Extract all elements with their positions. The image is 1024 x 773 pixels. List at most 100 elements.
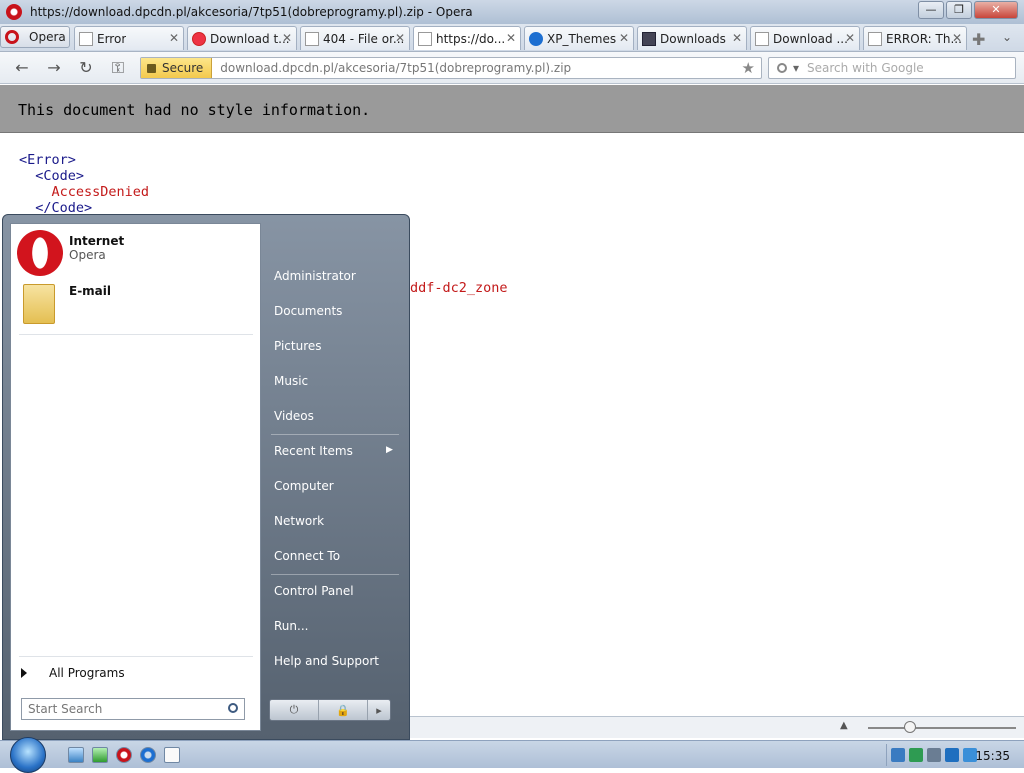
all-programs-button[interactable]: All Programs — [21, 666, 125, 680]
tab-menu-icon[interactable]: ⌄ — [1002, 30, 1012, 44]
key-icon[interactable]: ⚿ — [108, 59, 128, 77]
tray-status-icon[interactable] — [909, 748, 923, 762]
search-placeholder: Search with Google — [807, 61, 924, 75]
divider — [271, 574, 399, 575]
tab-error-2[interactable]: ERROR: Th... ✕ — [863, 26, 967, 50]
tab-close-icon[interactable]: ✕ — [506, 31, 516, 45]
link-music[interactable]: Music — [274, 374, 308, 388]
xml-line: <Error> — [19, 152, 76, 168]
clock[interactable]: 15:35 — [975, 749, 1010, 763]
document-quicklaunch-icon[interactable] — [164, 747, 180, 763]
xml-zone-text: ddf-dc2_zone — [410, 280, 508, 296]
zoom-slider-thumb[interactable] — [904, 721, 916, 733]
close-button[interactable]: ✕ — [974, 1, 1018, 19]
xp-themes-icon — [529, 31, 543, 46]
link-videos[interactable]: Videos — [274, 409, 314, 423]
link-help-and-support[interactable]: Help and Support — [274, 654, 379, 668]
arrow-right-icon — [21, 668, 27, 678]
pinned-email[interactable]: E-mail — [17, 280, 111, 324]
tab-bar: Opera Error ✕ Download t... ✕ 404 - File o… — [0, 24, 1024, 52]
status-toggle-icon[interactable]: ▲ — [840, 720, 848, 731]
link-run[interactable]: Run... — [274, 619, 308, 633]
page-icon — [418, 31, 432, 46]
tab-downloads[interactable]: Downloads ✕ — [637, 26, 747, 50]
navigation-bar: ← → ↻ ⚿ Secure download.dpcdn.pl/akcesor… — [0, 52, 1024, 84]
tab-label: Error — [97, 31, 127, 46]
back-icon[interactable]: ← — [12, 59, 32, 77]
link-computer[interactable]: Computer — [274, 479, 334, 493]
xml-tree: <Error> <Code> AccessDenied </Code> — [19, 152, 149, 216]
start-search-input[interactable]: Start Search — [21, 698, 245, 720]
link-control-panel[interactable]: Control Panel — [274, 584, 354, 598]
tab-close-icon[interactable]: ✕ — [619, 31, 629, 45]
pinned-title: E-mail — [69, 284, 112, 298]
banner-text: This document had no style information. — [18, 101, 371, 119]
secure-badge[interactable]: Secure — [141, 58, 213, 78]
tab-download-2[interactable]: Download ... ✕ — [750, 26, 860, 50]
search-engine-dropdown-icon[interactable]: ▾ — [793, 61, 799, 75]
power-icon[interactable]: ⏻ — [270, 700, 319, 720]
status-bar: ▲ — [410, 716, 1024, 738]
secure-label: Secure — [162, 61, 204, 75]
tab-download[interactable]: Download t... ✕ — [187, 26, 297, 50]
tab-label: 404 - File or... — [323, 31, 405, 46]
tab-close-icon[interactable]: ✕ — [732, 31, 742, 45]
opera-logo-icon — [5, 30, 19, 44]
link-connect-to[interactable]: Connect To — [274, 549, 340, 563]
search-input[interactable]: ▾ Search with Google — [768, 57, 1016, 79]
opera-quicklaunch-icon[interactable] — [116, 747, 132, 763]
tray-volume-icon[interactable] — [927, 748, 941, 762]
pinned-internet[interactable]: Internet Opera — [17, 230, 124, 276]
tab-xp-themes[interactable]: XP_Themes ✕ — [524, 26, 634, 50]
tab-label: XP_Themes — [547, 31, 617, 46]
link-network[interactable]: Network — [274, 514, 324, 528]
reload-icon[interactable]: ↻ — [76, 59, 96, 77]
opera-logo-icon — [17, 230, 63, 276]
no-style-banner: This document had no style information. — [0, 85, 1024, 133]
start-menu-programs-pane: Internet Opera E-mail All Programs Start… — [10, 223, 261, 731]
bookmark-star-icon[interactable]: ★ — [742, 59, 755, 77]
reddit-icon — [192, 31, 206, 46]
shutdown-options-arrow-icon[interactable]: ▸ — [368, 700, 390, 720]
browser-quicklaunch-icon[interactable] — [140, 747, 156, 763]
forward-icon[interactable]: → — [44, 59, 64, 77]
tab-label: Downloads — [660, 31, 726, 46]
address-field[interactable]: Secure download.dpcdn.pl/akcesoria/7tp51… — [140, 57, 762, 79]
tab-error[interactable]: Error ✕ — [74, 26, 184, 50]
page-icon — [305, 31, 319, 46]
tab-404[interactable]: 404 - File or... ✕ — [300, 26, 410, 50]
lock-icon[interactable]: 🔒 — [319, 700, 368, 720]
maximize-button[interactable]: ❐ — [946, 1, 972, 19]
pinned-title: Internet — [69, 234, 125, 248]
page-icon — [79, 31, 93, 46]
tray-monitor-icon[interactable] — [945, 748, 959, 762]
tab-label: Download t... — [210, 31, 290, 46]
divider — [19, 334, 253, 335]
opera-menu-button[interactable]: Opera — [0, 26, 70, 48]
link-administrator[interactable]: Administrator — [274, 269, 356, 283]
pinned-subtitle: Opera — [69, 248, 106, 262]
lock-icon — [147, 63, 156, 73]
system-tray: 15:35 — [886, 744, 1020, 766]
page-icon — [755, 31, 769, 46]
tab-label: ERROR: Th... — [886, 31, 962, 46]
tab-close-icon[interactable]: ✕ — [169, 31, 179, 45]
search-icon[interactable] — [228, 703, 238, 713]
tab-label: https://do... — [436, 31, 506, 46]
xml-line: <Code> — [19, 168, 85, 184]
tab-close-icon[interactable]: ✕ — [395, 31, 405, 45]
link-recent-items[interactable]: Recent Items ▶ — [274, 444, 398, 458]
show-desktop-icon[interactable] — [68, 747, 84, 763]
link-documents[interactable]: Documents — [274, 304, 342, 318]
link-pictures[interactable]: Pictures — [274, 339, 322, 353]
zoom-slider-track[interactable] — [868, 727, 1016, 729]
tray-network-icon[interactable] — [891, 748, 905, 762]
tab-close-icon[interactable]: ✕ — [845, 31, 855, 45]
url-text[interactable]: download.dpcdn.pl/akcesoria/7tp51(dobrep… — [220, 61, 571, 75]
tab-close-icon[interactable]: ✕ — [282, 31, 292, 45]
tab-active-https[interactable]: https://do... ✕ — [413, 26, 521, 50]
tab-close-icon[interactable]: ✕ — [952, 31, 962, 45]
switch-windows-icon[interactable] — [92, 747, 108, 763]
minimize-button[interactable]: — — [918, 1, 944, 19]
new-tab-icon[interactable]: ✚ — [972, 30, 985, 49]
